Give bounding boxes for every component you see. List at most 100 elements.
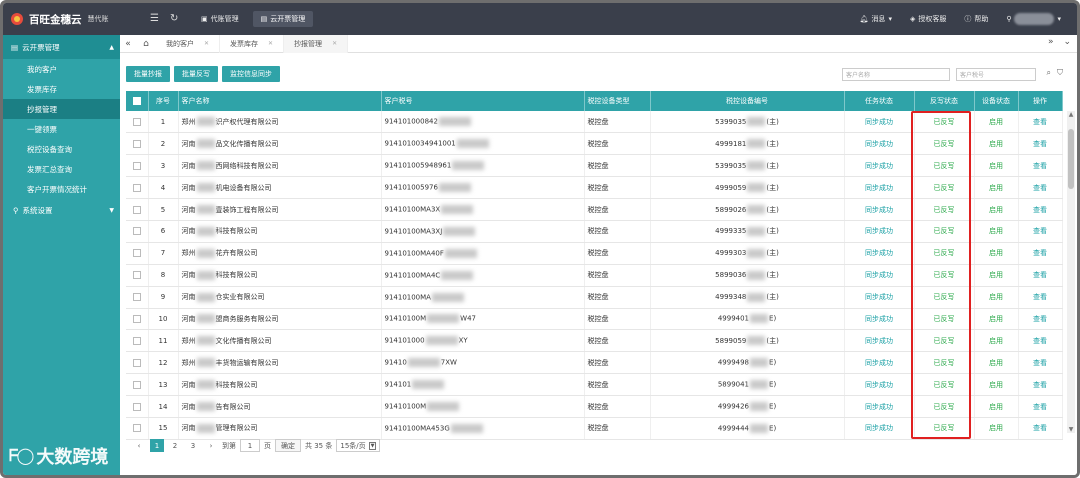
- table-row[interactable]: 11 郑州 文化传播有限公司 914101000 XY 税控盘 5899059 (主) 同步成功…: [126, 329, 1063, 353]
- home-icon[interactable]: ⌂: [136, 39, 156, 49]
- sidebar-item-one-click-invoice[interactable]: 一键领票: [3, 119, 120, 139]
- sidebar-group-settings[interactable]: ⚲ 系统设置 ▼: [3, 199, 120, 221]
- row-checkbox[interactable]: [126, 308, 149, 331]
- table-row[interactable]: 15 河南 管理有限公司 91410100MA453G 税控盘 4999444 E) 同步成功…: [126, 417, 1063, 440]
- row-checkbox[interactable]: [126, 373, 149, 397]
- row-checkbox[interactable]: [126, 351, 149, 375]
- scroll-up-icon[interactable]: ▲: [1067, 111, 1075, 118]
- view-link[interactable]: 查看: [1018, 395, 1063, 418]
- table-row[interactable]: 6 河南 科技有限公司 91410100MA3XJ 税控盘 4999335 (主) 同步成功已…: [126, 220, 1063, 243]
- chevron-down-icon[interactable]: ⌄: [1063, 37, 1071, 47]
- row-checkbox[interactable]: [126, 154, 149, 178]
- table-row[interactable]: 1 郑州 识产权代理有限公司 914101000842 税控盘 5399035 (主) 同步成…: [126, 111, 1063, 134]
- table-row[interactable]: 13 河南 科技有限公司 914101 税控盘 5899041 E) 同步成功 已反写 启用 查看: [126, 373, 1063, 397]
- page-2[interactable]: 2: [168, 439, 182, 452]
- scroll-down-icon[interactable]: ▼: [1067, 426, 1075, 433]
- page-size-select[interactable]: 15条/页 ▼: [336, 439, 381, 452]
- table-row[interactable]: 10 河南 盟商务服务有限公司 91410100M W47 税控盘 4999401 E) 同步成…: [126, 308, 1063, 331]
- tab-scroll-left-icon[interactable]: «: [120, 39, 136, 49]
- goto-confirm-button[interactable]: 确定: [275, 439, 301, 452]
- view-link[interactable]: 查看: [1018, 351, 1063, 375]
- row-checkbox[interactable]: [126, 220, 149, 243]
- close-icon[interactable]: ✕: [332, 40, 337, 47]
- view-link[interactable]: 查看: [1018, 308, 1063, 331]
- refresh-icon[interactable]: ↻: [170, 13, 178, 24]
- view-link[interactable]: 查看: [1018, 220, 1063, 243]
- row-checkbox[interactable]: [126, 242, 149, 265]
- support-button[interactable]: ◈ 授权客服: [910, 14, 946, 24]
- view-link[interactable]: 查看: [1018, 264, 1063, 287]
- prev-page-icon[interactable]: ‹: [132, 439, 146, 452]
- row-checkbox[interactable]: [126, 395, 149, 418]
- view-link[interactable]: 查看: [1018, 154, 1063, 178]
- sidebar-item-copy-report[interactable]: 抄报管理: [3, 99, 120, 119]
- scrollbar-thumb[interactable]: [1068, 129, 1074, 189]
- name-prefix: 河南: [181, 424, 196, 433]
- table-row[interactable]: 7 郑州 花卉有限公司 91410100MA40F 税控盘 4999303 (主) 同步成功已…: [126, 242, 1063, 265]
- close-icon[interactable]: ✕: [204, 40, 209, 47]
- filter-icon[interactable]: ⛉: [1057, 68, 1063, 78]
- table-row[interactable]: 8 河南 科技有限公司 91410100MA4C 税控盘 5899036 (主) 同步成功 已反…: [126, 264, 1063, 287]
- row-checkbox[interactable]: [126, 132, 149, 156]
- redacted-mask: [747, 205, 766, 214]
- sidebar-group-cloud-invoice[interactable]: ▤ 云开票管理 ▲: [3, 35, 120, 59]
- tab-scroll-right-icon[interactable]: »: [1048, 37, 1054, 47]
- view-link[interactable]: 查看: [1018, 111, 1063, 134]
- view-link[interactable]: 查看: [1018, 286, 1063, 309]
- batch-writeback-button[interactable]: 批量反写: [174, 66, 218, 82]
- row-checkbox[interactable]: [126, 111, 149, 134]
- select-all-checkbox[interactable]: [126, 91, 149, 111]
- view-link[interactable]: 查看: [1018, 242, 1063, 265]
- task-status-cell: 同步成功: [844, 220, 915, 243]
- table-row[interactable]: 4 河南 机电设备有限公司 914101005976 税控盘 4999059 (主) 同步成功…: [126, 176, 1063, 200]
- view-link[interactable]: 查看: [1018, 198, 1063, 221]
- help-button[interactable]: ⓘ 帮助: [964, 14, 988, 24]
- sidebar-item-my-customers[interactable]: 我的客户: [3, 59, 120, 79]
- col-header-device-status: 设备状态: [974, 91, 1019, 111]
- table-row[interactable]: 3 河南 西网络科技有限公司 914101005948961 税控盘 5399035 (主)…: [126, 154, 1063, 178]
- tab-invoice-stock[interactable]: 发票库存 ✕: [220, 34, 285, 53]
- sidebar-item-device-query[interactable]: 税控设备查询: [3, 139, 120, 159]
- device-type-cell: 税控盘: [584, 286, 651, 309]
- messages-button[interactable]: 🔔︎ 消息 ▾: [860, 14, 892, 24]
- sidebar-item-invoice-stock[interactable]: 发票库存: [3, 79, 120, 99]
- view-link[interactable]: 查看: [1018, 373, 1063, 397]
- close-icon[interactable]: ✕: [268, 40, 273, 47]
- row-checkbox[interactable]: [126, 198, 149, 221]
- monitor-sync-button[interactable]: 监控信息同步: [222, 66, 280, 82]
- row-checkbox[interactable]: [126, 176, 149, 200]
- customer-tax-search-input[interactable]: 客户税号: [956, 68, 1036, 81]
- sidebar-item-customer-stats[interactable]: 客户开票情况统计: [3, 179, 120, 199]
- tab-copy-report[interactable]: 抄报管理 ✕: [284, 34, 349, 53]
- name-suffix: 机电设备有限公司: [215, 183, 272, 192]
- device-type-cell: 税控盘: [584, 395, 651, 418]
- name-suffix: 管理有限公司: [215, 424, 258, 433]
- row-checkbox[interactable]: [126, 286, 149, 309]
- customer-name-search-input[interactable]: 客户名称: [842, 68, 950, 81]
- view-link[interactable]: 查看: [1018, 329, 1063, 353]
- row-checkbox[interactable]: [126, 329, 149, 353]
- view-link[interactable]: 查看: [1018, 132, 1063, 156]
- search-icon[interactable]: ⌕: [1047, 68, 1051, 78]
- tab-my-customers[interactable]: 我的客户 ✕: [156, 34, 221, 53]
- goto-page-input[interactable]: 1: [240, 439, 260, 452]
- batch-copy-button[interactable]: 批量抄报: [126, 66, 170, 82]
- vertical-scrollbar[interactable]: ▲ ▼: [1067, 111, 1075, 433]
- row-checkbox[interactable]: [126, 417, 149, 440]
- table-row[interactable]: 14 河南 告有限公司 91410100M 税控盘 4999426 E) 同步成功 已反写 启用查…: [126, 395, 1063, 418]
- view-link[interactable]: 查看: [1018, 176, 1063, 200]
- user-menu[interactable]: ⚲ ▾: [1006, 13, 1061, 25]
- view-link[interactable]: 查看: [1018, 417, 1063, 440]
- table-row[interactable]: 12 郑州 丰货物运输有限公司 91410 7XW 税控盘 4999498 E) 同步成功 已反写…: [126, 351, 1063, 375]
- table-row[interactable]: 2 河南 品文化传播有限公司 9141010034941001 税控盘 4999181 (主…: [126, 132, 1063, 156]
- menu-toggle-icon[interactable]: ☰: [150, 13, 159, 24]
- next-page-icon[interactable]: ›: [204, 439, 218, 452]
- page-1[interactable]: 1: [150, 439, 164, 452]
- row-checkbox[interactable]: [126, 264, 149, 287]
- top-tab-cloud-invoice[interactable]: ▤ 云开票管理: [252, 11, 314, 27]
- table-row[interactable]: 9 河南 仓实业有限公司 91410100MA 税控盘 4999348 (主) 同步成功 已反写…: [126, 286, 1063, 309]
- top-tab-agency[interactable]: ▣ 代账管理: [193, 11, 247, 27]
- table-row[interactable]: 5 河南 壹装饰工程有限公司 91410100MA3X 税控盘 5899026 (主) 同步成…: [126, 198, 1063, 221]
- page-3[interactable]: 3: [186, 439, 200, 452]
- sidebar-item-invoice-summary[interactable]: 发票汇总查询: [3, 159, 120, 179]
